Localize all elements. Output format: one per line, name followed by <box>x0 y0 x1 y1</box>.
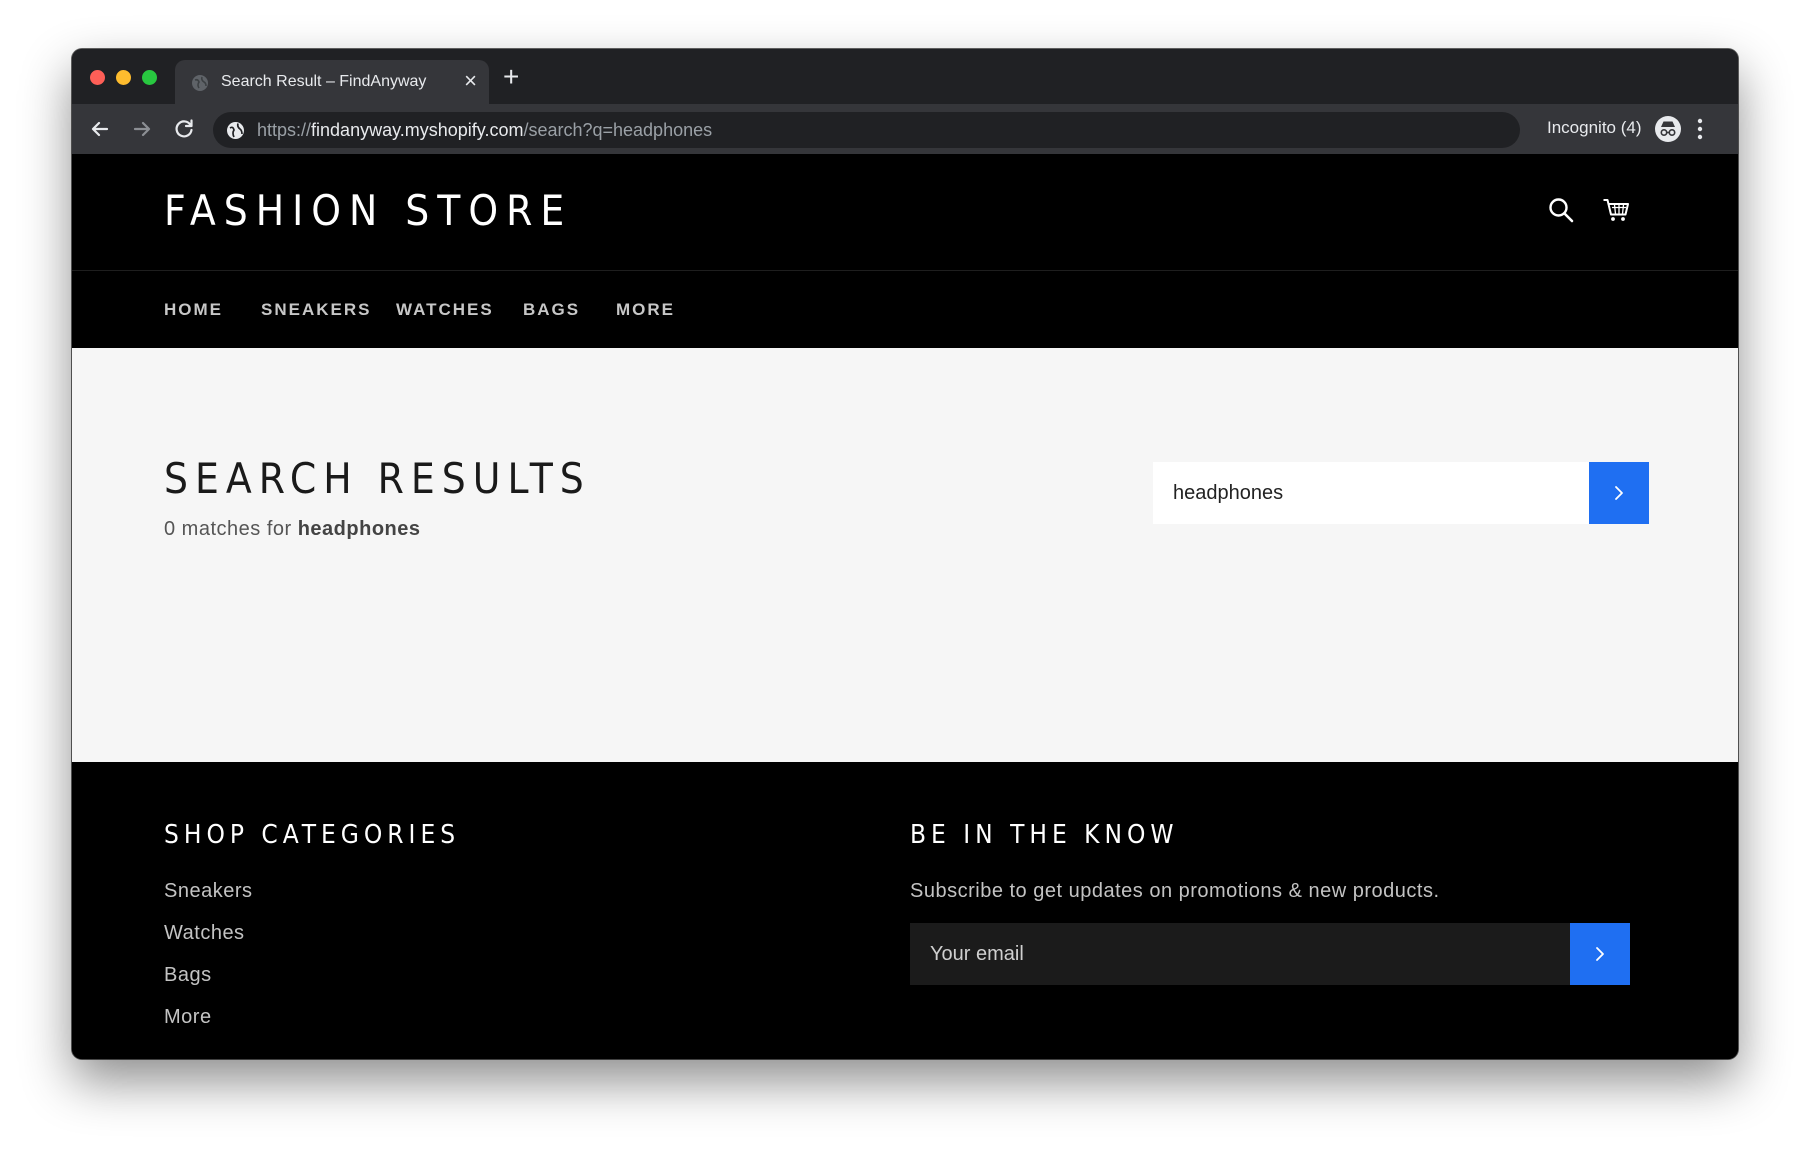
newsletter-description: Subscribe to get updates on promotions &… <box>910 880 1440 902</box>
search-submit-button[interactable] <box>1589 462 1649 524</box>
window-zoom-button[interactable] <box>142 70 157 85</box>
search-icon[interactable] <box>1547 196 1575 224</box>
store-page: FASHION STORE HOME SNEAKERS WATCHES BAGS… <box>72 154 1738 1059</box>
results-summary: 0 matches for headphones <box>164 518 421 541</box>
footer-link-more[interactable]: More <box>164 1006 212 1029</box>
results-count-text: 0 matches for <box>164 518 298 540</box>
back-arrow-icon[interactable] <box>87 116 113 142</box>
newsletter-form <box>910 923 1570 985</box>
footer-categories-heading: SHOP CATEGORIES <box>164 820 461 850</box>
site-header: FASHION STORE <box>72 154 1738 271</box>
address-bar[interactable]: https://findanyway.myshopify.com/search?… <box>213 112 1520 148</box>
reload-icon[interactable] <box>171 116 197 142</box>
main-navigation: HOME SNEAKERS WATCHES BAGS MORE <box>72 271 1738 348</box>
page-title: SEARCH RESULTS <box>164 454 591 503</box>
email-field[interactable] <box>910 923 1570 985</box>
search-query-text: headphones <box>297 518 421 540</box>
globe-icon <box>192 75 208 91</box>
browser-tab-active[interactable]: Search Result – FindAnyway × <box>175 60 489 104</box>
nav-item-more[interactable]: MORE <box>616 300 675 320</box>
window-close-button[interactable] <box>90 70 105 85</box>
chevron-right-icon <box>1596 947 1604 961</box>
more-vertical-icon[interactable] <box>1697 117 1703 141</box>
footer-link-sneakers[interactable]: Sneakers <box>164 880 253 903</box>
store-logo[interactable]: FASHION STORE <box>164 186 572 235</box>
footer-link-bags[interactable]: Bags <box>164 964 212 987</box>
incognito-label: Incognito (4) <box>1547 118 1642 137</box>
incognito-icon[interactable] <box>1654 115 1682 143</box>
nav-item-bags[interactable]: BAGS <box>523 300 580 320</box>
tab-close-icon[interactable]: × <box>464 70 477 92</box>
nav-item-sneakers[interactable]: SNEAKERS <box>261 300 371 320</box>
browser-window: Search Result – FindAnyway × + https://f… <box>72 49 1738 1059</box>
footer-newsletter-heading: BE IN THE KNOW <box>910 820 1179 850</box>
search-form <box>1153 462 1589 524</box>
window-minimize-button[interactable] <box>116 70 131 85</box>
url-path: /search?q=headphones <box>523 120 713 140</box>
nav-item-home[interactable]: HOME <box>164 300 223 320</box>
url-host: findanyway.myshopify.com <box>311 120 524 140</box>
search-results-section: SEARCH RESULTS 0 matches for headphones <box>72 348 1738 762</box>
newsletter-submit-button[interactable] <box>1570 923 1630 985</box>
cart-icon[interactable] <box>1602 196 1630 224</box>
new-tab-button[interactable]: + <box>503 63 519 91</box>
site-footer: SHOP CATEGORIES Sneakers Watches Bags Mo… <box>72 762 1738 1059</box>
search-input[interactable] <box>1153 462 1529 524</box>
tab-bar: Search Result – FindAnyway × + <box>72 49 1738 104</box>
globe-icon[interactable] <box>226 121 245 140</box>
footer-link-watches[interactable]: Watches <box>164 922 245 945</box>
url-text[interactable]: https://findanyway.myshopify.com/search?… <box>257 120 712 141</box>
nav-item-watches[interactable]: WATCHES <box>396 300 494 320</box>
forward-arrow-icon[interactable] <box>129 116 155 142</box>
tab-title: Search Result – FindAnyway <box>221 73 427 90</box>
chevron-right-icon <box>1615 486 1623 500</box>
url-scheme: https:// <box>257 120 312 140</box>
browser-toolbar: https://findanyway.myshopify.com/search?… <box>72 104 1738 154</box>
